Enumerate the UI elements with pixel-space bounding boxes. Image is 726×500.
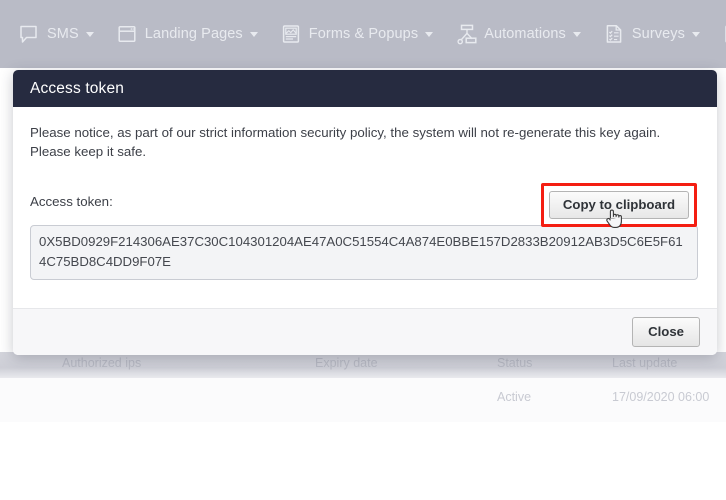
token-label-row: Access token: Copy to clipboard — [30, 183, 700, 227]
chevron-down-icon — [691, 31, 700, 37]
nav-item-automations[interactable]: Automations — [455, 0, 581, 68]
table-header-authorized-ips: Authorized ips — [62, 356, 142, 370]
background-data-table: Authorized ips Expiry date Status Last u… — [0, 352, 726, 422]
workflow-nodes-icon — [455, 23, 477, 45]
copy-to-clipboard-button[interactable]: Copy to clipboard — [548, 191, 689, 219]
chevron-down-icon — [249, 31, 258, 37]
dialog-footer: Close — [13, 308, 717, 355]
table-header-row: Authorized ips Expiry date Status Last u… — [0, 352, 726, 378]
nav-item-landing-pages[interactable]: Landing Pages — [116, 0, 258, 68]
chat-bubble-icon — [18, 23, 40, 45]
cell-last-update: 17/09/2020 06:00 — [612, 390, 710, 404]
chevron-down-icon — [85, 31, 94, 37]
browser-window-icon — [116, 23, 138, 45]
checklist-document-icon — [603, 23, 625, 45]
table-header-expiry-date: Expiry date — [315, 356, 378, 370]
access-token-dialog: Access token Please notice, as part of o… — [13, 70, 717, 355]
table-row: Active 17/09/2020 06:00 — [0, 378, 726, 422]
nav-label-forms-popups: Forms & Popups — [308, 26, 419, 42]
nav-label-surveys: Surveys — [631, 26, 685, 42]
cell-status: Active — [497, 390, 532, 404]
access-token-label: Access token: — [30, 194, 113, 209]
dialog-title: Access token — [30, 79, 124, 97]
form-document-icon — [280, 23, 302, 45]
nav-item-sms[interactable]: SMS — [18, 0, 94, 68]
table-header-status: Status — [497, 356, 533, 370]
nav-label-sms: SMS — [47, 26, 79, 42]
top-navigation-bar: SMS Landing Pages Forms & Popups Automat… — [0, 0, 726, 68]
security-notice-text: Please notice, as part of our strict inf… — [30, 125, 661, 159]
dialog-body: Please notice, as part of our strict inf… — [13, 107, 717, 317]
chevron-down-icon — [425, 31, 434, 37]
nav-label-landing-pages: Landing Pages — [144, 26, 243, 42]
dialog-header: Access token — [13, 70, 717, 107]
partial-document-icon — [722, 23, 726, 45]
chevron-down-icon — [572, 31, 581, 37]
table-header-last-update: Last update — [612, 356, 678, 370]
nav-item-overflow[interactable] — [722, 0, 726, 68]
nav-item-forms-popups[interactable]: Forms & Popups — [280, 0, 434, 68]
nav-label-automations: Automations — [484, 26, 566, 42]
copy-button-highlight: Copy to clipboard — [540, 183, 697, 227]
nav-item-surveys[interactable]: Surveys — [603, 0, 700, 68]
access-token-value[interactable]: 0X5BD0929F214306AE37C30C104301204AE47A0C… — [30, 225, 698, 280]
close-button[interactable]: Close — [632, 317, 700, 347]
